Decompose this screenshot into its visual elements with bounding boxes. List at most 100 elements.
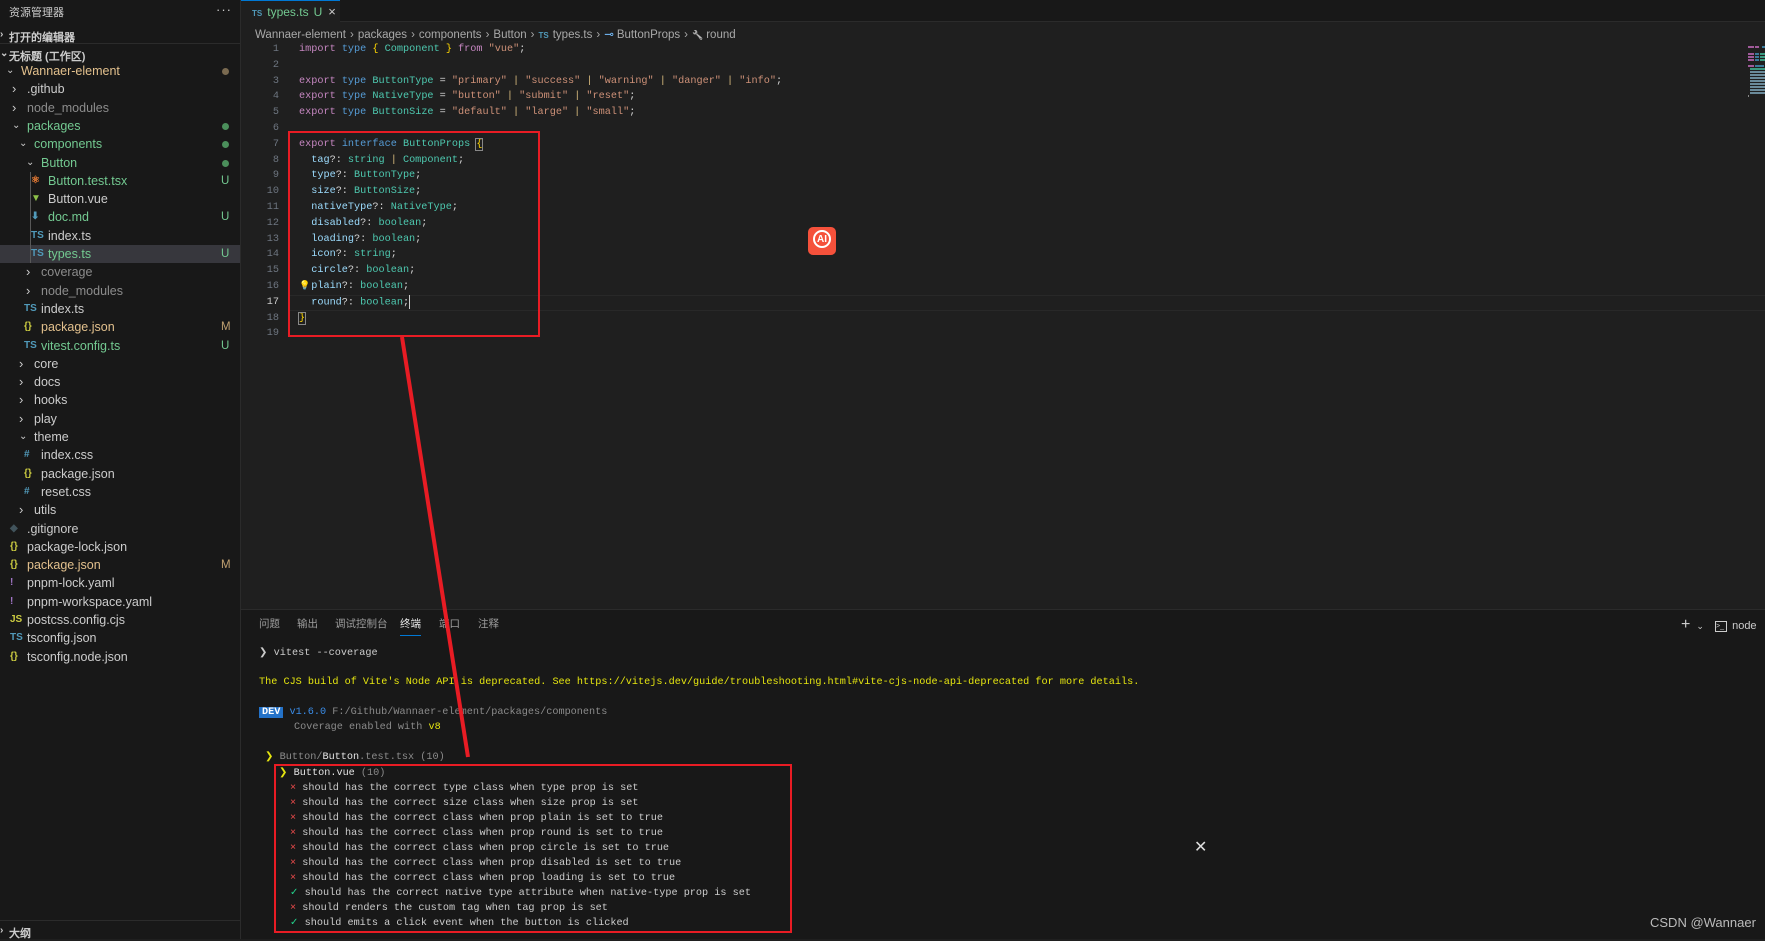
file-name: Button [322, 752, 360, 763]
watermark: CSDN @Wannaer [1650, 915, 1756, 930]
close-icon[interactable]: ✕ [1194, 837, 1207, 857]
chevron-right-icon: › [349, 29, 354, 41]
tree-item-package-json[interactable]: {} package.json M [0, 318, 240, 336]
breadcrumb-item[interactable]: types.ts [553, 29, 593, 41]
panel-tab[interactable]: 终端 [400, 616, 421, 636]
code-token: "small" [586, 107, 630, 119]
dev-badge: DEV [259, 707, 284, 718]
breadcrumb-item[interactable]: components [419, 29, 482, 41]
tree-item-types-ts[interactable]: TS types.ts U [0, 245, 240, 263]
tree-item-doc-md[interactable]: ⬇ doc.md U [0, 208, 240, 226]
tab-types-ts[interactable]: TS types.ts U × [241, 0, 340, 23]
tree-item-core[interactable]: › core [0, 355, 240, 373]
panel-tab[interactable]: 端口 [439, 616, 460, 636]
tree-item-packages[interactable]: ⌄ packages [0, 117, 240, 135]
git-status-badge: U [221, 211, 230, 224]
code-token: ; [629, 107, 636, 119]
tree-item-label: coverage [41, 265, 93, 280]
tree-item-vitest-config-ts[interactable]: TS vitest.config.ts U [0, 337, 240, 355]
tree-item-hooks[interactable]: › hooks [0, 391, 240, 409]
terminal-dev-line: DEV v1.6.0 F:/Github/Wannaer-element/pac… [259, 705, 607, 720]
code-token: "button" [451, 91, 501, 103]
code-token: Component [384, 44, 440, 55]
code-line[interactable]: import type { Component } from "vue"; [299, 42, 525, 58]
yaml-icon: ! [10, 595, 14, 607]
breadcrumb-item[interactable]: packages [358, 29, 407, 41]
code-token: "large" [525, 107, 569, 119]
warning-text: The CJS build of Vite's Node API is depr… [259, 677, 1140, 688]
tree-item-label: node_modules [27, 100, 110, 115]
tree-item-index-ts[interactable]: TS index.ts [0, 227, 240, 245]
terminal-command: ❯ vitest --coverage [259, 646, 378, 661]
chevron-right-icon: › [530, 29, 535, 41]
line-number: 15 [266, 265, 279, 277]
tree-item-tsconfig-json[interactable]: TS tsconfig.json [0, 629, 240, 647]
tree-item-wannaer-element[interactable]: ⌄ Wannaer-element [0, 62, 240, 80]
tree-item-coverage[interactable]: › coverage [0, 263, 240, 281]
terminal-coverage-line: Coverage enabled with v8 [294, 720, 441, 735]
breadcrumb-item[interactable]: ButtonProps [617, 29, 680, 41]
git-status-badge: U [221, 339, 230, 352]
code-token: from [458, 44, 483, 55]
breadcrumb-item[interactable]: round [706, 29, 735, 41]
terminal-icon[interactable]: >_ [1715, 620, 1728, 632]
code-token: ButtonType [372, 75, 434, 87]
tree-item-index-css[interactable]: # index.css [0, 446, 240, 464]
tree-item-pnpm-workspace-yaml[interactable]: ! pnpm-workspace.yaml [0, 593, 240, 611]
more-actions-button[interactable]: ··· [216, 2, 232, 17]
tree-item-postcss-config-cjs[interactable]: JS postcss.config.cjs [0, 611, 240, 629]
chevron-right-icon: › [12, 81, 17, 97]
tree-item--gitignore[interactable]: ◆ .gitignore [0, 520, 240, 538]
breadcrumb-item[interactable]: Wannaer-element [255, 29, 346, 41]
code-line[interactable]: export type ButtonType = "primary" | "su… [299, 74, 782, 90]
tree-item-theme[interactable]: ⌄ theme [0, 428, 240, 446]
coverage-provider: v8 [428, 722, 441, 733]
typescript-icon: TS [24, 339, 37, 351]
panel-tab[interactable]: 注释 [478, 616, 499, 636]
tree-item-pnpm-lock-yaml[interactable]: ! pnpm-lock.yaml [0, 574, 240, 592]
yaml-icon: ! [10, 577, 14, 589]
ai-assistant-button[interactable]: AI [808, 227, 836, 255]
git-status-badge: M [221, 559, 231, 572]
divider [0, 920, 240, 921]
git-status-badge: U [221, 174, 230, 187]
panel-tab[interactable]: 输出 [297, 616, 318, 636]
panel-tab[interactable]: 调试控制台 [335, 616, 388, 636]
chevron-down-icon[interactable]: ⌄ [1696, 621, 1704, 631]
tree-item-button-vue[interactable]: ▼ Button.vue [0, 190, 240, 208]
tree-item-utils[interactable]: › utils [0, 501, 240, 519]
react-icon: ⚛ [31, 174, 40, 186]
tree-item-package-lock-json[interactable]: {} package-lock.json [0, 538, 240, 556]
tree-item-node-modules[interactable]: › node_modules [0, 99, 240, 117]
tree-item-package-json[interactable]: {} package.json [0, 465, 240, 483]
tree-item-index-ts[interactable]: TS index.ts [0, 300, 240, 318]
typescript-icon: TS [24, 302, 37, 314]
tree-item-node-modules[interactable]: › node_modules [0, 282, 240, 300]
close-icon[interactable]: × [328, 4, 336, 19]
tree-item-play[interactable]: › play [0, 410, 240, 428]
tree-item-docs[interactable]: › docs [0, 373, 240, 391]
code-line[interactable]: export type ButtonSize = "default" | "la… [299, 105, 635, 121]
tree-item-button[interactable]: ⌄ Button [0, 154, 240, 172]
tree-item--github[interactable]: › .github [0, 80, 240, 98]
tab-label: types.ts [267, 5, 309, 19]
code-line[interactable]: export type NativeType = "button" | "sub… [299, 89, 635, 105]
panel-tab[interactable]: 问题 [259, 616, 280, 636]
json-icon: {} [24, 321, 32, 333]
git-status-badge: U [313, 5, 323, 19]
tree-item-package-json[interactable]: {} package.json M [0, 556, 240, 574]
git-modified-dot [222, 159, 229, 167]
code-token: "submit" [519, 91, 569, 103]
tree-item-tsconfig-node-json[interactable]: {} tsconfig.node.json [0, 648, 240, 666]
command-text: vitest --coverage [273, 648, 378, 659]
terminal-shell-label[interactable]: node [1732, 620, 1756, 632]
tree-item-button-test-tsx[interactable]: ⚛ Button.test.tsx U [0, 172, 240, 190]
minimap[interactable] [1748, 44, 1765, 98]
tree-item-reset-css[interactable]: # reset.css [0, 483, 240, 501]
line-number: 18 [266, 312, 279, 324]
tree-item-label: components [34, 137, 103, 152]
new-terminal-icon[interactable]: + [1681, 616, 1690, 633]
code-token: = [433, 91, 452, 103]
breadcrumb-item[interactable]: Button [493, 29, 526, 41]
tree-item-components[interactable]: ⌄ components [0, 135, 240, 153]
